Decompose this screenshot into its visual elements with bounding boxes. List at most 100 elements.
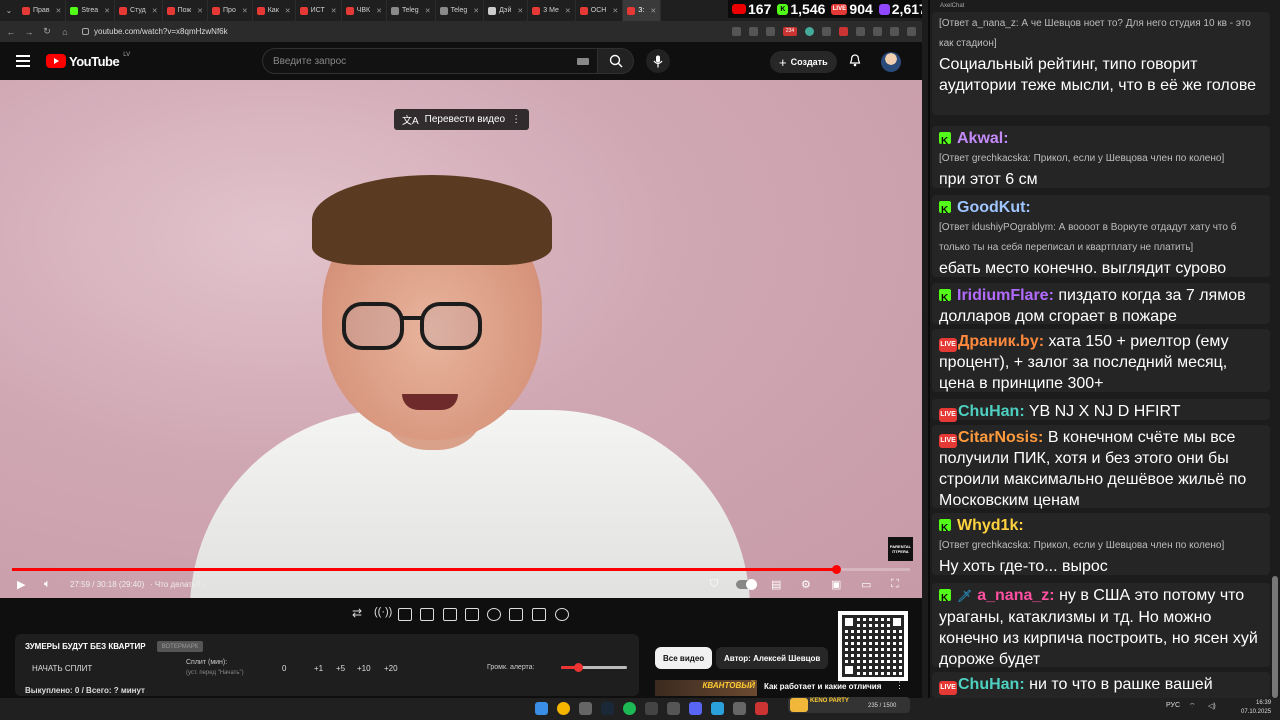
browser-tab[interactable]: Strea ✕ [66, 0, 116, 21]
hamburger-menu-icon[interactable] [16, 55, 30, 67]
browser-tab[interactable]: Как ✕ [253, 0, 296, 21]
search-input[interactable]: Введите запрос [262, 48, 598, 74]
settings-gear-icon[interactable]: ⚙ [801, 578, 811, 591]
close-tab-icon[interactable]: ✕ [565, 7, 571, 15]
profile-icon[interactable] [890, 27, 899, 36]
tab-menu-icon[interactable]: ⌄ [0, 0, 18, 21]
add-20-button[interactable]: +20 [384, 664, 398, 673]
chat-username[interactable]: CitarNosis: [958, 429, 1043, 446]
add-1-button[interactable]: +1 [314, 664, 323, 673]
browser-tab[interactable]: ОСН ✕ [576, 0, 624, 21]
chat-username[interactable]: ChuHan: [958, 403, 1025, 420]
clock[interactable]: 16:39 07.10.2025 [1241, 699, 1271, 717]
close-tab-icon[interactable]: ✕ [104, 7, 110, 15]
add-5-button[interactable]: +5 [336, 664, 345, 673]
video-player[interactable]: 文A Перевести видео ⋮ PARENTAL ПТРЕЯА [0, 80, 922, 598]
browser-tab[interactable]: З: ✕ [623, 0, 662, 21]
file-explorer-icon[interactable] [579, 702, 592, 715]
autoplay-toggle[interactable] [736, 579, 757, 590]
voice-search-button[interactable] [646, 49, 670, 73]
forward-icon[interactable]: → [24, 27, 34, 37]
chrome-icon[interactable] [557, 702, 570, 715]
audio-waves-icon[interactable]: ((·)) [374, 606, 392, 619]
close-tab-icon[interactable]: ✕ [650, 7, 656, 15]
screenshot-icon[interactable] [398, 608, 412, 621]
chip-all-videos[interactable]: Все видео [655, 647, 713, 669]
chip-author[interactable]: Автор: Алексей Шевцов [716, 647, 829, 669]
chapter-title[interactable]: · Что делать? › [150, 580, 205, 589]
add-10-button[interactable]: +10 [357, 664, 371, 673]
split-panel-chip[interactable]: ВОТЕРМАРК [157, 641, 203, 652]
spotify-icon[interactable] [623, 702, 636, 715]
close-tab-icon[interactable]: ✕ [285, 7, 291, 15]
miniplayer-icon[interactable]: ▣ [831, 578, 841, 591]
chat-username[interactable]: a_nana_z: [977, 587, 1054, 604]
keyboard-icon[interactable] [577, 58, 589, 65]
extension-icon[interactable] [805, 27, 814, 36]
close-tab-icon[interactable]: ✕ [376, 7, 382, 15]
subtitles-icon[interactable]: ▤ [771, 578, 781, 591]
clapper-icon[interactable] [420, 608, 434, 621]
film-strip-icon[interactable] [465, 608, 479, 621]
close-tab-icon[interactable]: ✕ [473, 7, 479, 15]
add-box-icon[interactable] [509, 608, 523, 621]
browser-tab[interactable]: Teleg ✕ [387, 0, 436, 21]
app-icon[interactable] [755, 702, 768, 715]
download-icon[interactable] [873, 27, 882, 36]
obs-icon[interactable] [645, 702, 658, 715]
shield-icon[interactable]: ⛉ [710, 578, 718, 591]
fullscreen-icon[interactable]: ⛶ [891, 578, 899, 591]
alert-volume-handle[interactable] [573, 663, 583, 672]
theater-mode-icon[interactable]: ▭ [861, 578, 871, 591]
more-vertical-icon[interactable]: ⋮ [511, 114, 521, 125]
extensions-puzzle-icon[interactable] [856, 27, 865, 36]
cast-icon[interactable] [732, 27, 741, 36]
back-icon[interactable]: ← [6, 27, 16, 37]
telegram-icon[interactable] [711, 702, 724, 715]
reload-icon[interactable]: ↻ [42, 26, 52, 37]
chat-username[interactable]: IridiumFlare: [957, 287, 1054, 304]
app-icon[interactable] [733, 702, 746, 715]
close-tab-icon[interactable]: ✕ [152, 7, 158, 15]
browser-tab[interactable]: Пож ✕ [163, 0, 209, 21]
volume-icon[interactable]: 🔈︎ [44, 578, 51, 591]
alert-volume-slider[interactable] [561, 663, 627, 672]
notifications-bell-icon[interactable] [849, 54, 861, 70]
browser-tab[interactable]: Студ ✕ [115, 0, 163, 21]
close-tab-icon[interactable]: ✕ [517, 7, 523, 15]
close-tab-icon[interactable]: ✕ [331, 7, 337, 15]
extension-icon[interactable] [822, 27, 831, 36]
browser-tab[interactable]: Про ✕ [208, 0, 253, 21]
browser-tab[interactable]: Дэй ✕ [484, 0, 529, 21]
play-icon[interactable]: ▶ [17, 578, 25, 591]
browser-tab[interactable]: 3 Ме ✕ [528, 0, 576, 21]
speed-gauge-icon[interactable] [487, 608, 501, 621]
aspect-ratio-icon[interactable] [443, 608, 457, 621]
browser-tab[interactable]: ИСТ ✕ [296, 0, 342, 21]
discord-icon[interactable] [689, 702, 702, 715]
network-icon[interactable]: ⌔ [1189, 702, 1196, 711]
chat-username[interactable]: Whyd1k: [957, 517, 1024, 534]
site-info-icon[interactable] [82, 28, 89, 35]
loop-icon[interactable]: ⇄ [352, 606, 366, 620]
volume-tray-icon[interactable]: ◁) [1208, 702, 1216, 710]
camera-icon[interactable] [532, 608, 546, 621]
chat-scrollbar[interactable] [1272, 576, 1278, 698]
video-progress-bar[interactable] [12, 565, 910, 574]
recommended-title[interactable]: Как работает и какие отличия [764, 682, 881, 691]
more-vertical-icon[interactable]: ⋮ [895, 680, 904, 691]
translate-video-button[interactable]: 文A Перевести видео ⋮ [394, 109, 530, 130]
browser-tab[interactable]: Прав ✕ [18, 0, 67, 21]
create-button[interactable]: + Создать [770, 51, 837, 73]
youtube-logo[interactable]: YouTube LV [46, 52, 130, 69]
language-indicator[interactable]: РУС [1166, 702, 1180, 709]
browser-tab[interactable]: ЧВК ✕ [342, 0, 387, 21]
chat-username[interactable]: Akwal: [957, 130, 1009, 147]
recommended-thumbnail[interactable]: КВАНТОВЫЙ [655, 680, 757, 696]
split-minutes-value[interactable]: 0 [282, 664, 286, 673]
start-split-button[interactable]: НАЧАТЬ СПЛИТ [32, 664, 92, 673]
bookmark-star-icon[interactable] [766, 27, 775, 36]
settings-gear-icon[interactable] [555, 608, 569, 621]
url-field[interactable]: youtube.com/watch?v=x8qmHzwNf6k [82, 27, 724, 36]
chat-username[interactable]: Драник.by: [958, 333, 1044, 350]
